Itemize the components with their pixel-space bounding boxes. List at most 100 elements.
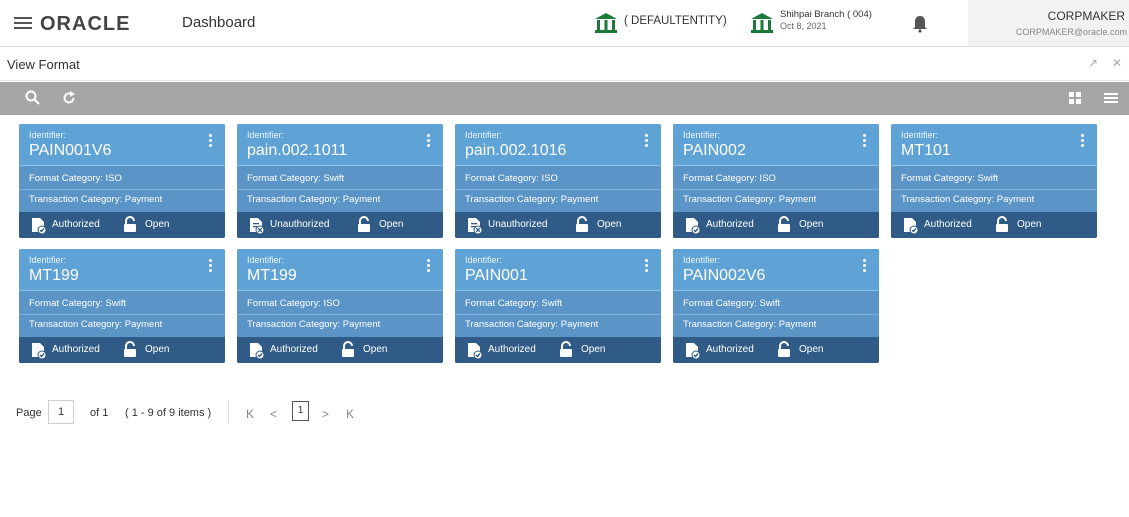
unauthorized-icon	[468, 218, 483, 234]
page-number-input[interactable]: 1	[48, 400, 74, 424]
bell-icon[interactable]	[912, 15, 928, 33]
authorized-icon	[904, 218, 919, 234]
open-link[interactable]: Open	[145, 219, 169, 230]
identifier-label: Identifier:	[465, 130, 503, 140]
previous-page-button[interactable]: <	[270, 407, 277, 421]
transaction-category: Transaction Category: Payment	[247, 319, 381, 330]
card-header: Identifier: MT199	[237, 249, 443, 291]
card-divider	[237, 189, 443, 190]
refresh-icon[interactable]	[60, 89, 78, 107]
list-view-icon[interactable]	[1102, 89, 1120, 107]
open-link[interactable]: Open	[1017, 219, 1041, 230]
transaction-category: Transaction Category: Payment	[465, 319, 599, 330]
open-link[interactable]: Open	[799, 344, 823, 355]
card-divider	[455, 314, 661, 315]
page-count-label: of 1	[90, 407, 109, 419]
format-category: Format Category: ISO	[247, 298, 340, 309]
close-icon[interactable]: ✕	[1112, 56, 1122, 70]
identifier-value: PAIN002V6	[683, 267, 766, 284]
format-card[interactable]: Identifier: PAIN001V6 Format Category: ISO…	[19, 124, 225, 238]
kebab-menu-icon[interactable]	[427, 259, 431, 275]
open-lock-icon[interactable]	[341, 341, 355, 358]
entity-selector[interactable]: ( DEFAULTENTITY)	[624, 15, 727, 27]
kebab-menu-icon[interactable]	[209, 259, 213, 275]
first-page-button[interactable]: K	[246, 407, 254, 421]
open-lock-icon[interactable]	[575, 216, 589, 233]
card-divider	[237, 314, 443, 315]
authorized-icon	[686, 218, 701, 234]
user-menu[interactable]: CORPMAKER CORPMAKER@oracle.com	[968, 0, 1129, 46]
identifier-label: Identifier:	[683, 255, 721, 265]
format-card[interactable]: Identifier: pain.002.1016 Format Category:…	[455, 124, 661, 238]
identifier-value: MT199	[247, 267, 297, 284]
card-header: Identifier: PAIN001V6	[19, 124, 225, 166]
format-card[interactable]: Identifier: PAIN002V6 Format Category: Swi…	[673, 249, 879, 363]
status-label: Unauthorized	[270, 219, 330, 230]
kebab-menu-icon[interactable]	[427, 134, 431, 150]
pagination-bar: Page 1 of 1 ( 1 - 9 of 9 items ) K < 1 >…	[0, 398, 560, 428]
format-category: Format Category: Swift	[465, 298, 563, 309]
format-category: Format Category: ISO	[29, 173, 122, 184]
open-lock-icon[interactable]	[123, 341, 137, 358]
branch-name[interactable]: Shihpai Branch ( 004)	[780, 9, 872, 20]
hamburger-menu-icon[interactable]	[14, 14, 32, 32]
open-link[interactable]: Open	[581, 344, 605, 355]
format-card[interactable]: Identifier: PAIN001 Format Category: Swift…	[455, 249, 661, 363]
format-category: Format Category: Swift	[683, 298, 781, 309]
unauthorized-icon	[250, 218, 265, 234]
current-page-button[interactable]: 1	[292, 401, 309, 421]
page-title: View Format	[7, 57, 80, 72]
kebab-menu-icon[interactable]	[863, 134, 867, 150]
kebab-menu-icon[interactable]	[645, 259, 649, 275]
identifier-value: PAIN001V6	[29, 142, 112, 159]
bank-icon[interactable]	[594, 12, 618, 34]
kebab-menu-icon[interactable]	[863, 259, 867, 275]
format-card[interactable]: Identifier: MT199 Format Category: ISO Tran…	[237, 249, 443, 363]
toolbar	[0, 82, 1129, 115]
minimize-icon[interactable]: ↗	[1088, 56, 1098, 70]
authorized-icon	[32, 218, 47, 234]
open-link[interactable]: Open	[799, 219, 823, 230]
open-lock-icon[interactable]	[357, 216, 371, 233]
open-lock-icon[interactable]	[777, 216, 791, 233]
identifier-value: PAIN001	[465, 267, 528, 284]
identifier-label: Identifier:	[29, 255, 67, 265]
last-page-button[interactable]: K	[346, 407, 354, 421]
open-lock-icon[interactable]	[995, 216, 1009, 233]
card-footer: Authorized Open	[891, 212, 1097, 238]
grid-view-icon[interactable]	[1066, 89, 1084, 107]
branch-bank-icon[interactable]	[750, 12, 774, 34]
view-title-bar: View Format ↗ ✕	[0, 48, 1129, 81]
open-link[interactable]: Open	[145, 344, 169, 355]
open-lock-icon[interactable]	[123, 216, 137, 233]
card-divider	[455, 189, 661, 190]
format-card[interactable]: Identifier: pain.002.1011 Format Category:…	[237, 124, 443, 238]
identifier-label: Identifier:	[465, 255, 503, 265]
open-link[interactable]: Open	[597, 219, 621, 230]
top-header: ORACLE Dashboard ( DEFAULTENTITY) Shihpa…	[0, 0, 1129, 47]
kebab-menu-icon[interactable]	[209, 134, 213, 150]
format-card[interactable]: Identifier: PAIN002 Format Category: ISO Tr…	[673, 124, 879, 238]
format-card[interactable]: Identifier: MT199 Format Category: Swift Tr…	[19, 249, 225, 363]
kebab-menu-icon[interactable]	[1081, 134, 1085, 150]
open-link[interactable]: Open	[363, 344, 387, 355]
status-label: Authorized	[52, 219, 100, 230]
open-lock-icon[interactable]	[559, 341, 573, 358]
search-icon[interactable]	[24, 89, 42, 107]
card-header: Identifier: pain.002.1011	[237, 124, 443, 166]
format-card[interactable]: Identifier: MT101 Format Category: Swift Tr…	[891, 124, 1097, 238]
card-footer: Authorized Open	[237, 337, 443, 363]
card-divider	[891, 189, 1097, 190]
authorized-icon	[32, 343, 47, 359]
open-link[interactable]: Open	[379, 219, 403, 230]
kebab-menu-icon[interactable]	[645, 134, 649, 150]
status-label: Authorized	[270, 344, 318, 355]
user-name: CORPMAKER	[1047, 9, 1125, 23]
open-lock-icon[interactable]	[777, 341, 791, 358]
card-footer: Authorized Open	[19, 337, 225, 363]
transaction-category: Transaction Category: Payment	[247, 194, 381, 205]
card-footer: Authorized Open	[455, 337, 661, 363]
page-label: Page	[16, 407, 42, 419]
next-page-button[interactable]: >	[322, 407, 329, 421]
identifier-value: PAIN002	[683, 142, 746, 159]
